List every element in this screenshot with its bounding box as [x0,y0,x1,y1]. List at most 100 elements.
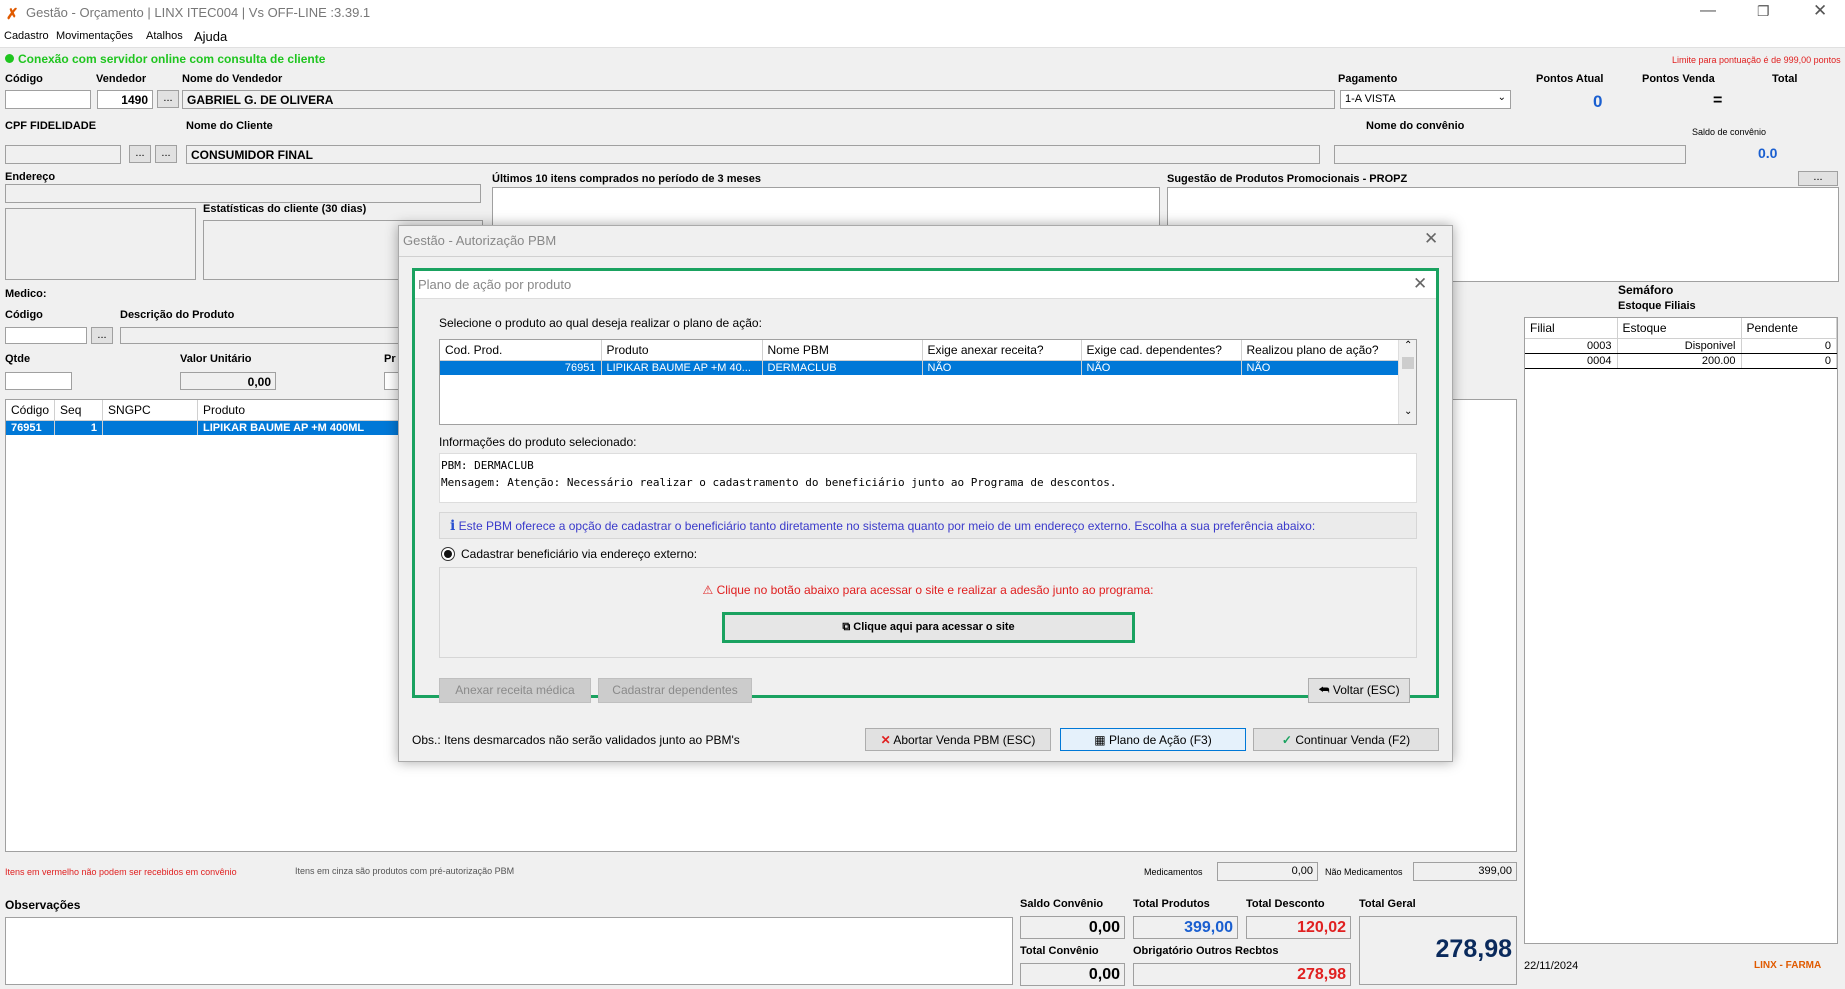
total-desconto-field: 120,02 [1246,916,1351,939]
nao-medicamentos-label: Não Medicamentos [1325,867,1403,877]
saldo-convenio-footer-label: Saldo Convênio [1020,898,1104,910]
col-cod-prod[interactable]: Cod. Prod. [440,340,602,361]
cell-nome-pbm: DERMACLUB [762,360,923,375]
menu-cadastro[interactable]: Cadastro [4,30,49,42]
x-icon: ✕ [880,733,891,747]
sugestao-label: Sugestão de Produtos Promocionais - PROP… [1167,173,1408,185]
cell-pendente: 0 [1741,353,1837,369]
pagamento-value: 1-A VISTA [1345,93,1396,105]
cell-filial: 0004 [1525,353,1618,369]
cadastrar-dependentes-button[interactable]: Cadastrar dependentes [598,678,752,703]
radio-external[interactable] [441,547,455,561]
table-row[interactable]: 0003 Disponivel 0 [1525,338,1837,354]
continuar-label: Continuar Venda (F2) [1295,733,1411,747]
endereco-field [5,184,481,203]
warning-icon: ⚠ [702,583,714,597]
vendedor-input[interactable]: 1490 [97,90,153,109]
saldo-convenio-footer-field: 0,00 [1020,916,1125,939]
cell-cod-prod: 76951 [440,360,602,375]
nome-convenio-field [1334,145,1686,164]
nome-cliente-label: Nome do Cliente [186,120,273,132]
obrigatorio-label: Obrigatório Outros Recbtos [1133,945,1279,957]
codigo-produto-input[interactable] [5,327,87,344]
obrigatorio-field: 278,98 [1133,963,1351,986]
estoque-filiais-table: Filial Estoque Pendente 0003 Disponivel … [1524,317,1838,944]
valor-unitario-label: Valor Unitário [180,353,252,365]
close-icon[interactable]: ✕ [1413,274,1427,294]
produto-lookup-button[interactable]: ... [91,327,113,344]
back-arrow-icon: ⮪ [1318,683,1330,697]
cpf-lookup-button[interactable]: ... [129,145,151,163]
check-icon: ✓ [1281,733,1292,747]
access-site-button[interactable]: ⧉ Clique aqui para acessar o site [722,612,1135,643]
qtde-input[interactable] [5,372,72,390]
col-codigo[interactable]: Código [6,400,56,421]
valor-unitario-field: 0,00 [180,372,276,390]
table-row[interactable]: 76951 1 LIPIKAR BAUME AP +M 400ML [6,420,426,435]
table-row[interactable]: 0004 200.00 0 [1525,353,1837,369]
external-link-icon: ⧉ [842,621,851,633]
table-row[interactable]: 76951 LIPIKAR BAUME AP +M 40... DERMACLU… [440,360,1400,375]
gray-items-note: Itens em cinza são produtos com pré-auto… [295,866,515,876]
pbm-title-separator [399,256,1452,257]
nome-vendedor-field: GABRIEL G. DE OLIVERA [182,90,1335,109]
total-geral-field: 278,98 [1359,916,1517,985]
scroll-up-icon[interactable]: ⌃ [1404,340,1412,351]
info-pbm-line: PBM: DERMACLUB [441,459,534,472]
sugestao-more-button[interactable]: ... [1798,171,1838,186]
vendedor-lookup-button[interactable]: ... [157,90,179,108]
voltar-button[interactable]: ⮪ Voltar (ESC) [1308,678,1410,703]
minimize-icon[interactable]: — [1700,2,1716,20]
anexar-receita-button[interactable]: Anexar receita médica [439,678,591,703]
col-seq[interactable]: Seq [54,400,104,421]
close-icon[interactable]: ✕ [1424,229,1438,249]
col-estoque[interactable]: Estoque [1617,318,1742,339]
col-produto[interactable]: Produto [197,400,426,421]
plano-acao-button[interactable]: ▦ Plano de Ação (F3) [1060,728,1246,751]
descricao-produto-field[interactable] [120,327,400,344]
codigo-input[interactable] [5,90,91,109]
pagamento-select[interactable]: 1-A VISTA ⌄ [1340,90,1511,109]
nome-vendedor-label: Nome do Vendedor [182,73,283,85]
col-produto[interactable]: Produto [601,340,763,361]
pbm-dialog-title: Gestão - Autorização PBM [403,233,557,248]
info-textbox: PBM: DERMACLUB Mensagem: Atenção: Necess… [439,453,1417,503]
cell-seq: 1 [54,420,104,435]
menu-bar: Cadastro Movimentações Atalhos Ajuda [0,26,1845,48]
radio-external-label: Cadastrar beneficiário via endereço exte… [461,547,698,561]
plano-instruction: Selecione o produto ao qual deseja reali… [439,316,762,330]
close-icon[interactable]: ✕ [1813,1,1827,21]
pontos-venda-value: = [1713,92,1723,109]
scroll-down-icon[interactable]: ⌄ [1404,406,1412,417]
col-exige-dependentes[interactable]: Exige cad. dependentes? [1081,340,1242,361]
menu-movimentacoes[interactable]: Movimentações [56,30,133,42]
col-realizou-plano[interactable]: Realizou plano de ação? [1241,340,1400,361]
saldo-convenio-value: 0.0 [1758,145,1778,161]
col-pendente[interactable]: Pendente [1741,318,1837,339]
col-sngpc[interactable]: SNGPC [102,400,199,421]
warning-text: Clique no botão abaixo para acessar o si… [716,583,1154,597]
continuar-venda-button[interactable]: ✓ Continuar Venda (F2) [1253,728,1439,751]
cliente-lookup-button[interactable]: ... [155,145,177,163]
table-scrollbar[interactable]: ⌃ ⌄ [1398,340,1416,424]
external-site-group: ⚠ Clique no botão abaixo para acessar o … [439,567,1417,658]
total-convenio-label: Total Convênio [1020,945,1099,957]
restore-icon[interactable]: ❐ [1757,3,1770,20]
col-exige-receita[interactable]: Exige anexar receita? [922,340,1082,361]
col-nome-pbm[interactable]: Nome PBM [762,340,923,361]
abortar-venda-button[interactable]: ✕ Abortar Venda PBM (ESC) [865,728,1051,751]
semaforo-title: Semáforo [1618,283,1674,297]
col-filial[interactable]: Filial [1525,318,1618,339]
cpf-input[interactable] [5,145,121,164]
total-produtos-field: 399,00 [1133,916,1238,939]
menu-ajuda[interactable]: Ajuda [194,29,227,44]
observacoes-textarea[interactable] [5,917,1013,985]
estatisticas-label: Estatísticas do cliente (30 dias) [203,203,367,215]
chevron-down-icon: ⌄ [1497,92,1506,103]
scroll-thumb[interactable] [1402,357,1414,369]
nao-medicamentos-field: 399,00 [1413,862,1517,881]
menu-atalhos[interactable]: Atalhos [146,30,183,42]
connection-status: Conexão com servidor online com consulta… [18,52,326,66]
cell-produto: LIPIKAR BAUME AP +M 40... [601,360,763,375]
cell-filial: 0003 [1525,338,1618,354]
